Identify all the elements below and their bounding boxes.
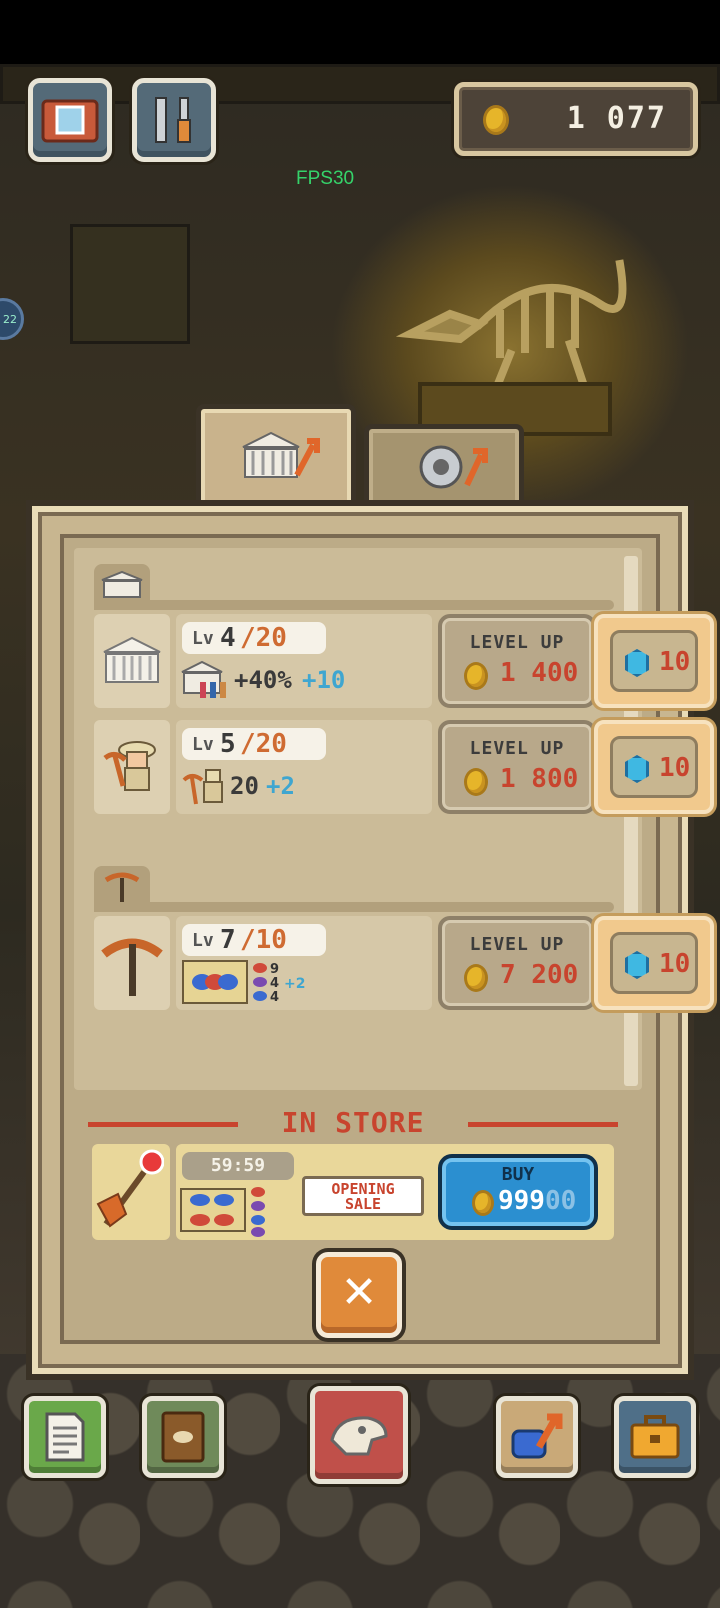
gem-icon	[625, 951, 649, 979]
gem-icon	[625, 649, 649, 677]
coin-balance-value: 1 077	[566, 101, 667, 136]
close-icon: ✕	[340, 1267, 378, 1318]
level-prefix: Lv	[192, 930, 214, 951]
store-item-icon-cell	[92, 1144, 170, 1240]
museum-upgrade-icon	[242, 431, 320, 478]
tools-icon	[155, 97, 191, 143]
level-up-button[interactable]	[496, 1396, 578, 1478]
section-header-tools	[94, 866, 614, 912]
fossil-skull-icon	[330, 1416, 388, 1456]
excavator-upgrade-info: Lv 5 /20 20 +2	[176, 720, 432, 814]
excavator-worker-icon	[103, 741, 156, 791]
excavator-level-up-button[interactable]: LEVEL UP 1 800	[438, 720, 596, 814]
status-bar	[0, 0, 720, 64]
camera-icon	[41, 99, 99, 143]
level-up-price: 1 800	[500, 764, 579, 794]
opening-sale-label: OPENING SALE	[302, 1176, 424, 1216]
store-header: IN STORE NOW	[88, 1106, 618, 1172]
excavator-count-value: 20	[230, 772, 259, 800]
gem-price: 10	[659, 753, 691, 783]
buy-label: BUY	[501, 1164, 535, 1185]
museum-upgrade-icon-cell	[94, 614, 170, 708]
gem-icon	[625, 755, 649, 783]
current-level: 7	[220, 925, 236, 955]
level-prefix: Lv	[192, 628, 214, 649]
current-level: 4	[220, 623, 236, 653]
coin-icon	[472, 1190, 494, 1216]
level-up-price: 1 400	[500, 658, 579, 688]
tab-drone-upgrade[interactable]	[364, 424, 524, 504]
section-header-museum	[94, 564, 614, 610]
buy-price: 99900	[498, 1186, 577, 1216]
ore-bonus: +2	[284, 976, 306, 992]
buy-button[interactable]: BUY 99900	[438, 1154, 598, 1230]
digger-icon	[182, 769, 223, 805]
level-prefix: Lv	[192, 734, 214, 755]
pickaxe-icon	[104, 872, 140, 902]
pickaxe-gem-upgrade-button[interactable]: 10	[594, 916, 714, 1010]
museum-level-up-button[interactable]: LEVEL UP 1 400	[438, 614, 596, 708]
pickaxe-upgrade-icon-cell	[94, 916, 170, 1010]
store-timer: 59:59	[182, 1152, 294, 1180]
pickaxe-level-up-button[interactable]: LEVEL UP 7 200	[438, 916, 596, 1010]
level-up-label: LEVEL UP	[469, 934, 565, 955]
coin-icon	[464, 662, 488, 690]
coin-icon	[464, 768, 488, 796]
excavator-count-increment: +2	[266, 772, 295, 800]
museum-icon	[103, 636, 161, 683]
toolbox-button[interactable]	[614, 1396, 696, 1478]
journal-button[interactable]	[24, 1396, 106, 1478]
excavator-upgrade-icon-cell	[94, 720, 170, 814]
store-item-info: 59:59 OPENING SALE BUY 99900	[176, 1144, 614, 1240]
ore-count-3: 4	[270, 990, 280, 1005]
max-level: /20	[240, 623, 287, 653]
dinosaur-skeleton-icon	[395, 259, 627, 436]
museum-bonus-value: +40%	[234, 666, 292, 694]
toolbox-icon	[630, 1415, 680, 1459]
coin-balance: 1 077	[454, 82, 698, 156]
max-level: /20	[240, 729, 287, 759]
drone-upgrade-icon	[419, 445, 488, 489]
level-up-icon	[511, 1413, 563, 1459]
gem-grid-icon	[182, 960, 248, 1004]
camera-button[interactable]	[28, 78, 112, 162]
fossil-collection-button[interactable]	[310, 1386, 408, 1484]
tab-museum-upgrade[interactable]	[196, 404, 356, 504]
museum-icon	[101, 570, 143, 598]
museum-upgrade-info: Lv 4 /20 +40% +10	[176, 614, 432, 708]
visitors-icon	[181, 660, 226, 698]
museum-gem-upgrade-button[interactable]: 10	[594, 614, 714, 708]
settings-button[interactable]	[132, 78, 216, 162]
pickaxe-upgrade-info: Lv 7 /10 9 4 4 +2	[176, 916, 432, 1010]
level-up-label: LEVEL UP	[469, 738, 565, 759]
fossil-book-icon	[161, 1411, 205, 1463]
gem-grid-icon	[180, 1188, 246, 1232]
level-up-label: LEVEL UP	[469, 632, 565, 653]
gem-price: 10	[659, 647, 691, 677]
current-level: 5	[220, 729, 236, 759]
ore-count-2: 4	[270, 976, 280, 991]
ore-stack-icon	[253, 963, 267, 1001]
fps-counter: FPS30	[296, 168, 355, 189]
max-level: /10	[240, 925, 287, 955]
pickaxe-icon	[101, 938, 163, 996]
gem-price: 10	[659, 949, 691, 979]
excavator-gem-upgrade-button[interactable]: 10	[594, 720, 714, 814]
ore-stack-icon	[251, 1187, 265, 1237]
journal-icon	[45, 1412, 85, 1462]
museum-bonus-increment: +10	[302, 666, 346, 694]
close-button[interactable]: ✕	[316, 1252, 402, 1338]
fossil-book-button[interactable]	[142, 1396, 224, 1478]
ore-count-1: 9	[270, 962, 280, 977]
coin-icon	[464, 964, 488, 992]
level-up-price: 7 200	[500, 960, 579, 990]
coin-icon	[483, 105, 509, 135]
special-pickaxe-icon	[96, 1149, 165, 1228]
